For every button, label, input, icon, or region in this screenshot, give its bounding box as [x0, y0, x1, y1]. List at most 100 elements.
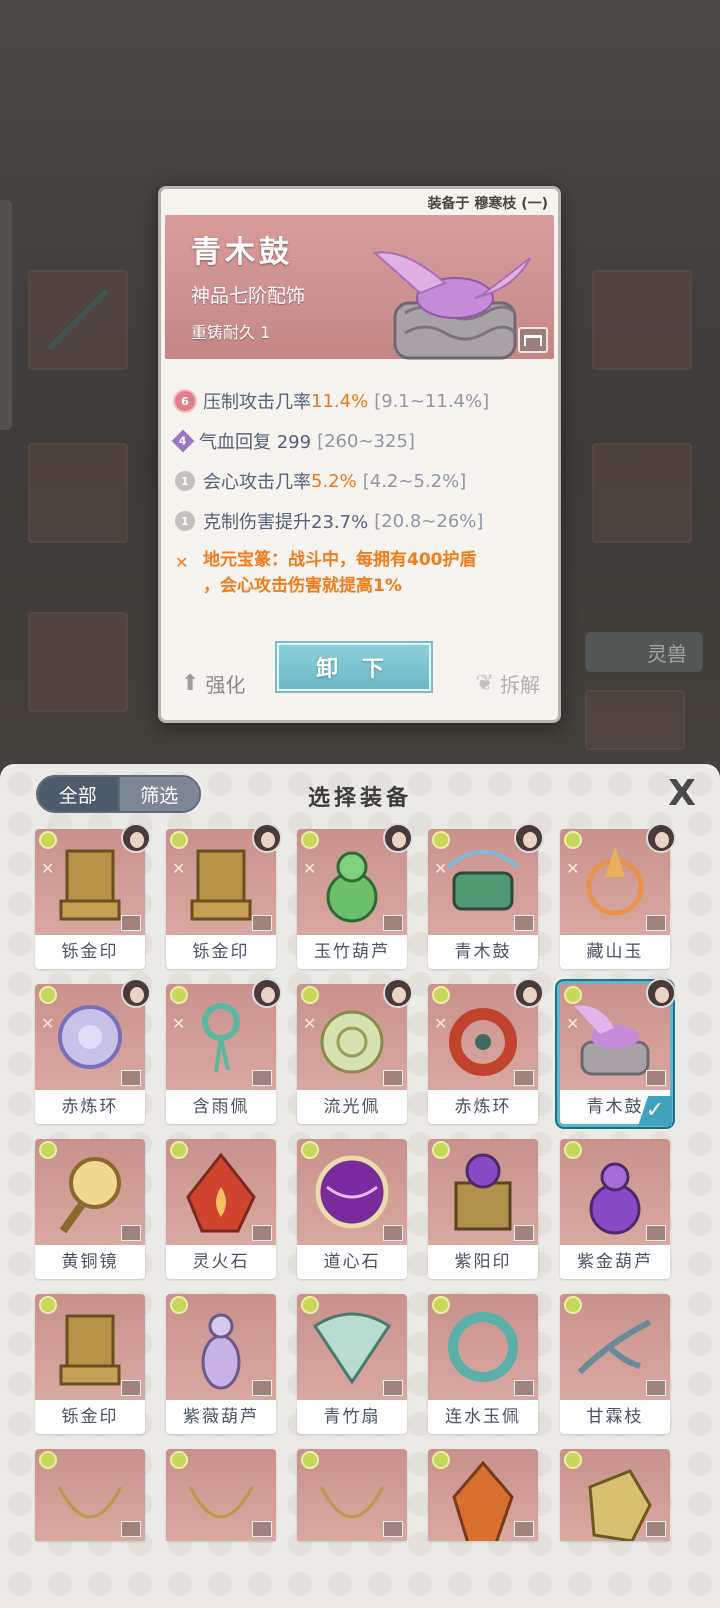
owner-avatar	[646, 823, 676, 853]
equipment-tile[interactable]	[35, 1449, 145, 1541]
equipment-tile[interactable]: 连水玉佩	[428, 1294, 538, 1434]
equipment-name: 赤炼环	[61, 1097, 119, 1117]
element-badge-icon	[170, 1296, 188, 1314]
equipment-image	[428, 1449, 538, 1541]
equipment-name: 紫薇葫芦	[183, 1407, 259, 1427]
equipment-tile[interactable]	[560, 1449, 670, 1541]
equipment-name: 铄金印	[61, 1407, 119, 1427]
stats-list: 6 压制攻击几率 11.4% [9.1~11.4%] 4 气血回复 299 [2…	[171, 381, 548, 599]
lock-icon	[121, 1225, 141, 1241]
bg-equip-slot[interactable]	[28, 270, 128, 370]
seal-purple-icon	[454, 1153, 512, 1231]
bg-equip-slot[interactable]	[592, 443, 692, 543]
lock-icon	[252, 1380, 272, 1396]
tier-badge-icon: 6	[175, 391, 195, 411]
equipment-name: 青木鼓	[191, 235, 293, 270]
element-badge-icon	[301, 1296, 319, 1314]
bg-equip-slot[interactable]	[28, 612, 128, 712]
ring-teal-icon	[448, 1312, 518, 1382]
stat-row: 4 气血回复 299 [260~325]	[171, 421, 548, 461]
rune-icon: ✕	[303, 1014, 317, 1033]
lock-icon	[383, 915, 403, 931]
equipment-tile[interactable]: ✕ 铄金印	[35, 823, 151, 969]
bg-equip-slot[interactable]	[585, 690, 685, 750]
owner-avatar	[646, 978, 676, 1008]
equipment-tile[interactable]: ✕ 流光佩	[297, 978, 413, 1124]
spirit-beast-tab[interactable]: 灵兽	[585, 632, 703, 672]
equipment-tile[interactable]: 黄铜镜	[35, 1139, 145, 1279]
equipment-tile[interactable]: ✕ 玉竹葫芦	[297, 823, 413, 969]
element-badge-icon	[564, 986, 582, 1004]
stat-row: 1 会心攻击几率 5.2% [4.2~5.2%]	[175, 461, 548, 501]
equipment-tile[interactable]: 甘霖枝	[560, 1294, 670, 1434]
tier-badge-icon: 1	[175, 471, 195, 491]
equipment-tile[interactable]: ✕ 赤炼环	[35, 978, 151, 1124]
equipment-tile[interactable]: 铄金印	[35, 1294, 145, 1434]
disassemble-button[interactable]: ❦ 拆解	[476, 669, 540, 698]
gourd-purple-icon	[589, 1162, 641, 1235]
equipment-tile[interactable]: 道心石	[297, 1139, 407, 1279]
tier-badge-icon: 4	[171, 429, 195, 453]
equipment-image	[166, 1294, 276, 1400]
equipment-tile[interactable]: 青竹扇	[297, 1294, 407, 1434]
equipment-tile[interactable]: ✕ 含雨佩	[166, 978, 282, 1124]
equipment-tile[interactable]: 紫阳印	[428, 1139, 538, 1279]
element-badge-icon	[39, 1296, 57, 1314]
seal-gold-icon	[59, 849, 121, 921]
lock-icon	[514, 1225, 534, 1241]
equipment-image	[166, 1139, 276, 1245]
equipment-name: 道心石	[323, 1252, 381, 1272]
lock-icon	[514, 1380, 534, 1396]
ring-purple-icon	[58, 1005, 122, 1069]
equipment-tile[interactable]: ✕ 藏山玉	[560, 823, 676, 969]
equipment-tile[interactable]	[166, 1449, 276, 1541]
lock-icon	[121, 1070, 141, 1086]
cicada-artifact-image	[372, 251, 531, 360]
owner-avatar	[383, 978, 413, 1008]
equipment-image	[35, 1294, 145, 1400]
equipment-tile[interactable]	[297, 1449, 407, 1541]
disc-jade-icon	[320, 1010, 384, 1074]
lock-icon	[252, 1521, 272, 1537]
element-badge-icon	[39, 1141, 57, 1159]
equipment-tile[interactable]: ✕ 青木鼓 ✓	[560, 978, 676, 1126]
equipment-tile[interactable]: 紫金葫芦	[560, 1139, 670, 1279]
equipment-tile[interactable]: 灵火石	[166, 1139, 276, 1279]
enhance-button[interactable]: ⬆ 强化	[181, 669, 245, 698]
equipment-name: 甘霖枝	[586, 1407, 644, 1427]
element-badge-icon	[170, 1451, 188, 1469]
gourd-green-icon	[326, 851, 378, 923]
equipment-image	[35, 1449, 145, 1541]
equipment-tile[interactable]: ✕ 赤炼环	[428, 978, 544, 1124]
equipment-tile[interactable]	[428, 1449, 538, 1541]
bg-equip-slot[interactable]	[28, 443, 128, 543]
bg-equip-slot[interactable]	[592, 270, 692, 370]
element-badge-icon	[39, 986, 57, 1004]
element-badge-icon	[301, 1451, 319, 1469]
equipment-tile[interactable]: 紫薇葫芦	[166, 1294, 276, 1434]
equipment-name: 紫阳印	[454, 1252, 512, 1272]
owner-avatar	[121, 823, 151, 853]
equipment-grade: 神品七阶配饰	[191, 285, 306, 307]
element-badge-icon	[564, 1451, 582, 1469]
spirit-beast-tab-label: 灵兽	[647, 641, 687, 666]
owner-avatar	[121, 978, 151, 1008]
unequip-button[interactable]: 卸 下	[277, 643, 431, 691]
rune-icon: ✕	[172, 859, 186, 878]
lock-icon[interactable]	[518, 327, 548, 353]
owner-avatar	[514, 823, 544, 853]
equipment-image	[297, 1294, 407, 1400]
owner-avatar	[514, 978, 544, 1008]
fire-stone-icon	[186, 1152, 256, 1233]
close-icon[interactable]: X	[662, 774, 702, 814]
equipment-tile[interactable]: ✕ 青木鼓	[428, 823, 544, 969]
effect-rune-icon: ✕	[175, 553, 189, 572]
recast-durability: 重铸耐久 1	[191, 323, 271, 342]
element-badge-icon	[432, 986, 450, 1004]
lock-icon	[646, 1380, 666, 1396]
equipment-tile[interactable]: ✕ 铄金印	[166, 823, 282, 969]
lock-icon	[514, 915, 534, 931]
equipment-name: 铄金印	[192, 942, 250, 962]
seal-gold-icon	[59, 1314, 121, 1386]
stat-row: 6 压制攻击几率 11.4% [9.1~11.4%]	[175, 381, 548, 421]
